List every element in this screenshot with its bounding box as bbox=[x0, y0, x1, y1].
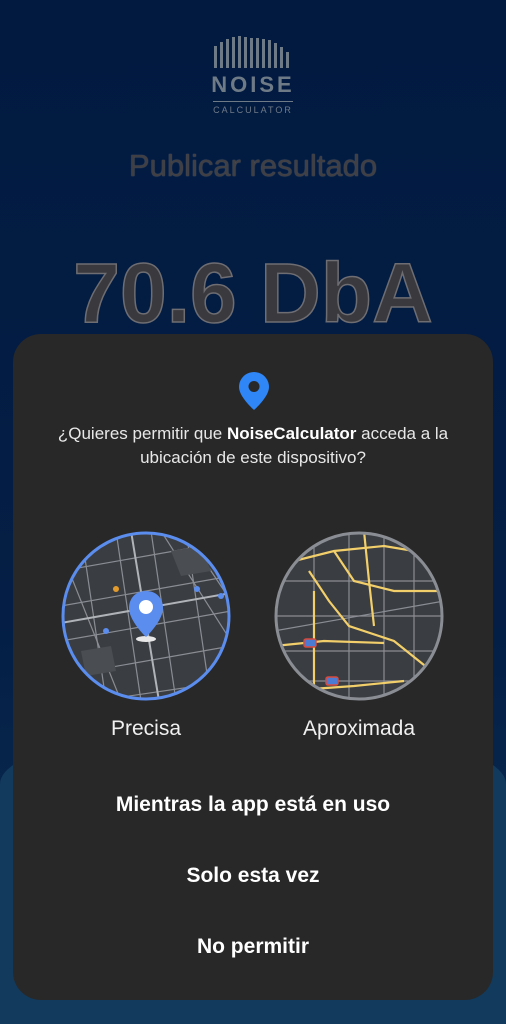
precise-map-icon bbox=[61, 531, 231, 701]
allow-only-this-time-button[interactable]: Solo esta vez bbox=[13, 851, 493, 901]
app-name: NoiseCalculator bbox=[227, 424, 357, 443]
location-permission-dialog: ¿Quieres permitir que NoiseCalculator ac… bbox=[13, 334, 493, 1000]
permission-question: ¿Quieres permitir que NoiseCalculator ac… bbox=[33, 422, 473, 470]
approximate-map-icon bbox=[274, 531, 444, 701]
precise-location-option[interactable]: Precisa bbox=[60, 531, 232, 741]
precise-label: Precisa bbox=[110, 717, 182, 740]
location-pin-icon bbox=[239, 372, 269, 410]
approximate-label: Aproximada bbox=[302, 717, 416, 740]
question-prefix: ¿Quieres permitir que bbox=[57, 424, 227, 443]
approximate-location-option[interactable]: Aproximada bbox=[273, 531, 445, 741]
allow-while-in-use-button[interactable]: Mientras la app está en uso bbox=[13, 780, 493, 830]
deny-button[interactable]: No permitir bbox=[13, 922, 493, 972]
